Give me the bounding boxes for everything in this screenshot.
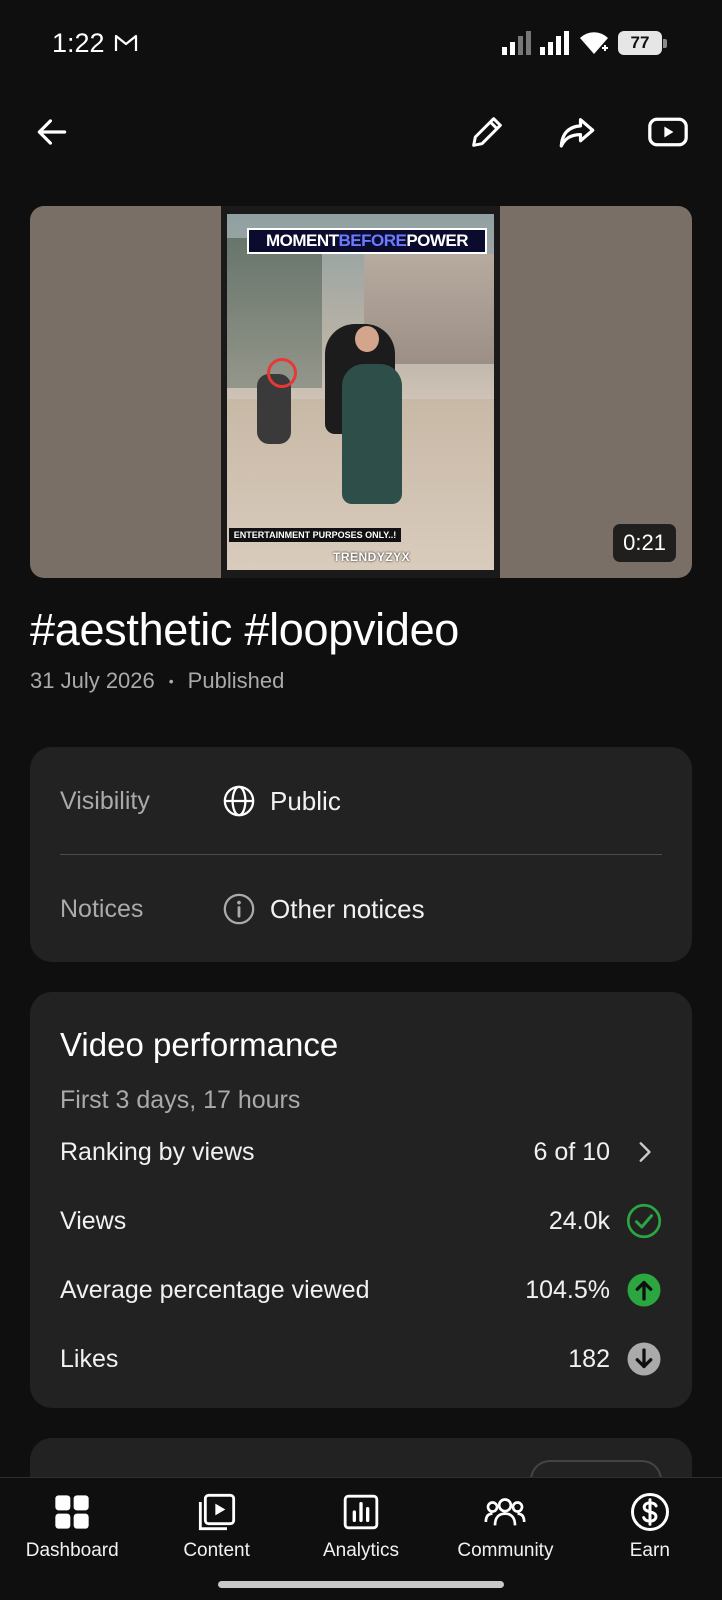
- performance-subtitle: First 3 days, 17 hours: [60, 1086, 301, 1114]
- metric-label: Ranking by views: [60, 1137, 255, 1166]
- status-icons: 77: [502, 30, 667, 56]
- thumbnail-frame: MOMENT BEFORE POWER ENTERTAINMENT PURPOS…: [221, 206, 500, 578]
- info-icon: [222, 892, 270, 926]
- video-performance-card: Video performance First 3 days, 17 hours…: [30, 992, 692, 1408]
- back-button[interactable]: [26, 106, 78, 158]
- status-time: 1:22: [52, 28, 105, 58]
- status-bar: 1:22 77: [0, 0, 722, 90]
- content-icon: [195, 1490, 239, 1534]
- signal-icon: [540, 31, 569, 55]
- avg-percentage-row: Average percentage viewed 104.5%: [60, 1264, 662, 1316]
- metric-label: Average percentage viewed: [60, 1275, 370, 1304]
- battery-icon: 77: [618, 31, 667, 55]
- metric-value: 182: [568, 1344, 610, 1373]
- share-icon: [559, 118, 595, 148]
- gmail-icon: [114, 34, 138, 51]
- nav-label: Community: [457, 1540, 554, 1561]
- details-card: Visibility Public Notices Other notices: [30, 747, 692, 962]
- duration-badge: 0:21: [613, 524, 676, 562]
- likes-row: Likes 182: [60, 1333, 662, 1385]
- thumbnail-caption-top: MOMENT BEFORE POWER: [247, 228, 487, 254]
- thumbnail-caption-bottom: ENTERTAINMENT PURPOSES ONLY..!: [229, 528, 401, 542]
- nav-earn[interactable]: Earn: [578, 1478, 722, 1600]
- top-app-bar: [0, 100, 722, 164]
- video-title: #aesthetic #loopvideo: [30, 604, 460, 655]
- signal-icon: [502, 31, 531, 55]
- nav-label: Analytics: [323, 1540, 400, 1561]
- thumbnail-watermark: TRENDYZYX: [333, 550, 411, 564]
- edit-pencil-icon: [472, 117, 502, 147]
- video-thumbnail[interactable]: MOMENT BEFORE POWER ENTERTAINMENT PURPOS…: [30, 206, 692, 578]
- notices-label: Notices: [60, 894, 144, 923]
- nav-label: Content: [183, 1540, 250, 1561]
- visibility-label: Visibility: [60, 786, 150, 815]
- dashboard-icon: [50, 1490, 94, 1534]
- check-circle-icon: [626, 1203, 662, 1239]
- notices-row[interactable]: Notices Other notices: [60, 855, 662, 963]
- video-meta: 31 July 2026 • Published: [30, 668, 284, 694]
- nav-dashboard[interactable]: Dashboard: [0, 1478, 144, 1600]
- earn-dollar-icon: [628, 1490, 672, 1534]
- community-icon: [483, 1490, 527, 1534]
- metric-label: Likes: [60, 1344, 119, 1373]
- views-row: Views 24.0k: [60, 1195, 662, 1247]
- watch-on-youtube-button[interactable]: [642, 106, 694, 158]
- metric-value: 6 of 10: [533, 1137, 610, 1166]
- meta-separator: •: [168, 673, 174, 689]
- arrow-up-circle-icon: [626, 1272, 662, 1308]
- chevron-right-icon: [626, 1134, 662, 1170]
- edit-button[interactable]: [461, 106, 513, 158]
- visibility-row[interactable]: Visibility Public: [60, 747, 662, 855]
- analytics-icon: [339, 1490, 383, 1534]
- visibility-value: Public: [270, 785, 341, 816]
- wifi-icon: [580, 32, 608, 54]
- nav-label: Earn: [629, 1540, 670, 1561]
- youtube-icon: [648, 117, 688, 147]
- metric-label: Views: [60, 1206, 127, 1235]
- thumbnail-scene: MOMENT BEFORE POWER ENTERTAINMENT PURPOS…: [227, 214, 494, 570]
- share-button[interactable]: [551, 106, 603, 158]
- metric-value: 24.0k: [548, 1206, 610, 1235]
- arrow-down-circle-icon: [626, 1341, 662, 1377]
- notices-value: Other notices: [270, 893, 425, 924]
- ranking-row[interactable]: Ranking by views 6 of 10: [60, 1126, 662, 1178]
- performance-title: Video performance: [60, 1026, 339, 1063]
- publish-date: 31 July 2026: [30, 668, 155, 693]
- globe-icon: [222, 784, 270, 818]
- back-arrow-icon: [37, 119, 67, 145]
- nav-label: Dashboard: [25, 1540, 119, 1561]
- publish-status: Published: [187, 668, 285, 693]
- home-indicator[interactable]: [218, 1581, 504, 1588]
- metric-value: 104.5%: [525, 1275, 610, 1304]
